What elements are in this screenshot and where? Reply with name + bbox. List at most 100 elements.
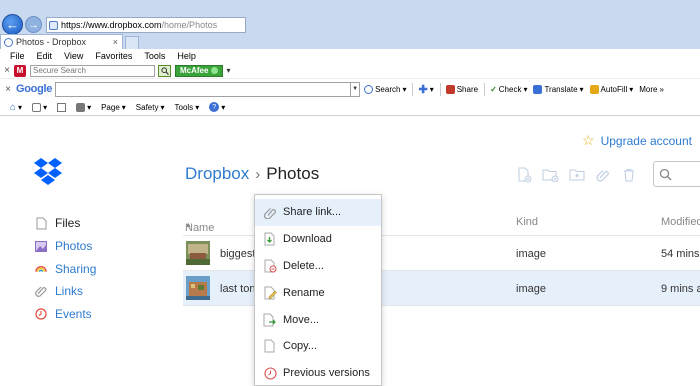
file-modified: 54 mins — [661, 248, 700, 260]
mcafee-shield-icon[interactable]: M — [14, 64, 26, 77]
file-kind: image — [516, 248, 546, 260]
autofill-pencil-icon — [589, 84, 599, 94]
rainbow-icon — [35, 263, 47, 275]
chevron-down-icon: ▾ — [160, 102, 165, 112]
tab-close-icon[interactable]: × — [113, 37, 118, 47]
chevron-down-icon[interactable]: ▼ — [351, 81, 361, 97]
photo-icon — [35, 240, 47, 252]
forward-button[interactable]: → — [25, 16, 42, 33]
menu-item-share-link[interactable]: Share link... — [255, 199, 381, 226]
command-bar: ⌂ ▾ ▾ ▾ Page ▾ Safety ▾ Tools ▾ ? ▾ — [0, 99, 700, 116]
upload-button[interactable] — [516, 166, 533, 183]
safety-menu-label: Safety — [135, 102, 159, 112]
chevron-down-icon: ▾ — [87, 102, 92, 112]
address-bar[interactable]: https://www.dropbox.com/home/Photos — [46, 17, 246, 33]
menu-file[interactable]: File — [10, 51, 25, 61]
menu-edit[interactable]: Edit — [37, 51, 53, 61]
more-label: More — [639, 84, 658, 94]
sidebar-item-files[interactable]: Files — [35, 212, 155, 235]
more-button[interactable]: More» — [639, 85, 664, 94]
share-folder-button[interactable] — [568, 166, 585, 183]
menu-item-previous-versions[interactable]: Previous versions — [255, 360, 381, 386]
dropbox-logo-icon[interactable] — [33, 157, 63, 187]
upgrade-account-link[interactable]: ☆ Upgrade account — [582, 132, 692, 149]
sidebar-nav: Files Photos Sharing Links Events — [35, 212, 155, 325]
menu-item-label: Download — [283, 233, 332, 246]
double-chevron-right-icon: » — [659, 84, 664, 94]
plus-icon: ✚ — [418, 83, 428, 96]
menu-item-delete[interactable]: Delete... — [255, 253, 381, 280]
menu-item-download[interactable]: Download — [255, 226, 381, 253]
chevron-down-icon: ▾ — [523, 84, 528, 94]
menu-help[interactable]: Help — [177, 51, 196, 61]
print-button[interactable]: ▾ — [76, 102, 92, 112]
star-icon: ☆ — [582, 132, 595, 148]
sidebar-item-events[interactable]: Events — [35, 303, 155, 326]
new-tab-button[interactable] — [125, 36, 139, 49]
mcafee-site-advisor-button[interactable]: McAfee — [175, 64, 224, 77]
share-button[interactable]: Share — [445, 84, 478, 94]
mail-button[interactable] — [57, 102, 67, 112]
file-context-menu: Share link... Download Delete... Rename … — [254, 194, 382, 386]
check-label: Check — [498, 84, 522, 94]
check-button[interactable]: ✓ Check ▾ — [490, 85, 527, 94]
file-name[interactable]: last ton — [220, 283, 255, 295]
close-toolbar-icon[interactable]: × — [0, 84, 16, 95]
translate-button[interactable]: Translate ▾ — [533, 84, 584, 94]
google-search-input[interactable] — [55, 81, 352, 97]
autofill-button[interactable]: AutoFill ▾ — [589, 84, 633, 94]
search-input[interactable] — [653, 161, 700, 187]
share-link-button[interactable] — [594, 166, 611, 183]
safety-menu[interactable]: Safety ▾ — [136, 103, 165, 112]
forward-arrow-icon: → — [28, 18, 39, 31]
search-icon — [659, 168, 672, 181]
delete-button[interactable] — [620, 166, 637, 183]
chevron-down-icon: ▾ — [402, 84, 407, 94]
sort-ascending-icon: ▲ — [185, 222, 192, 229]
google-search-button[interactable]: Search ▾ — [364, 84, 407, 94]
home-icon: ⌂ — [10, 101, 17, 113]
paperclip-icon — [263, 205, 277, 219]
menu-item-rename[interactable]: Rename — [255, 279, 381, 306]
home-button[interactable]: ⌂ ▾ — [10, 102, 22, 113]
new-folder-button[interactable] — [542, 166, 559, 183]
rename-pencil-icon — [263, 286, 277, 300]
back-button[interactable]: ← — [2, 14, 23, 35]
feeds-button[interactable]: ▾ — [32, 102, 47, 112]
sidebar-item-label: Sharing — [55, 261, 97, 276]
autofill-label: AutoFill — [600, 84, 628, 94]
trash-icon — [623, 168, 634, 181]
page-menu-label: Page — [101, 102, 120, 112]
back-arrow-icon: ← — [6, 17, 19, 32]
column-header-modified[interactable]: Modified — [661, 216, 700, 228]
plus-button[interactable]: ✚ ▾ — [418, 83, 433, 96]
secure-search-input[interactable]: Secure Search — [30, 64, 155, 77]
menu-favorites[interactable]: Favorites — [95, 51, 132, 61]
google-toolbar: × Google ▼ Search ▾ ✚ ▾ Share ✓ Check ▾ Tra… — [0, 78, 700, 99]
help-button[interactable]: ? ▾ — [209, 102, 225, 112]
menu-tools[interactable]: Tools — [144, 51, 165, 61]
translate-icon — [533, 84, 543, 94]
chevron-down-icon[interactable]: ▾ — [226, 66, 230, 75]
tools-menu[interactable]: Tools ▾ — [175, 103, 200, 112]
column-header-kind[interactable]: Kind — [516, 216, 538, 228]
browser-titlebar: ← → https://www.dropbox.com/home/Photos — [0, 0, 700, 35]
sidebar-item-label: Links — [55, 284, 84, 299]
move-file-icon — [263, 313, 277, 327]
sidebar-item-links[interactable]: Links — [35, 280, 155, 303]
menu-item-copy[interactable]: Copy... — [255, 333, 381, 360]
page-title: Photos — [266, 164, 320, 183]
search-icon[interactable] — [158, 64, 171, 77]
photo-thumbnail — [186, 241, 210, 265]
sidebar-item-photos[interactable]: Photos — [35, 235, 155, 258]
menu-view[interactable]: View — [64, 51, 83, 61]
file-kind: image — [516, 283, 546, 295]
close-toolbar-icon[interactable]: × — [0, 65, 14, 76]
download-icon — [263, 232, 277, 246]
page-menu[interactable]: Page ▾ — [101, 103, 126, 112]
tab-photos-dropbox[interactable]: Photos - Dropbox × — [0, 34, 123, 49]
file-name[interactable]: biggest — [220, 248, 255, 260]
menu-item-move[interactable]: Move... — [255, 306, 381, 333]
breadcrumb-root-link[interactable]: Dropbox — [185, 164, 249, 184]
sidebar-item-sharing[interactable]: Sharing — [35, 257, 155, 280]
